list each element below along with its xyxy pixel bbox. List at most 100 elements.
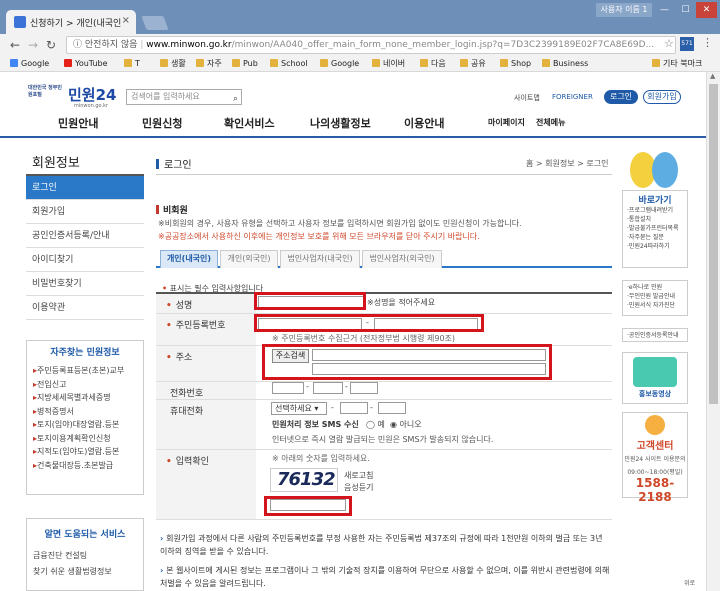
mobile-input-3[interactable] <box>378 402 406 414</box>
phone-input-3[interactable] <box>350 382 378 394</box>
sidebar-item-find-id[interactable]: 아이디찾기 <box>26 248 144 272</box>
bookmark-item[interactable]: Pub <box>232 58 258 70</box>
bookmark-item[interactable]: YouTube <box>64 58 108 70</box>
bookmark-item[interactable]: Business <box>542 58 588 70</box>
captcha-hint: ※ 아래의 숫자를 입력하세요. <box>272 454 370 463</box>
bookmark-item[interactable]: 기타 북마크 <box>652 58 702 70</box>
sidebar-item-cert[interactable]: 공인인증서등록/안내 <box>26 224 144 248</box>
list-item[interactable]: 민원24따라하기 <box>623 242 687 251</box>
folder-icon <box>420 59 428 67</box>
nav-item[interactable]: 확인서비스 <box>224 115 275 131</box>
list-item[interactable]: 자주묻는 질문 <box>623 233 687 242</box>
info-icon[interactable]: ⓘ <box>73 40 82 50</box>
logo-title: 민원24 <box>68 86 117 104</box>
favicon-icon <box>14 16 26 28</box>
list-item[interactable]: 민원서식 자가진단 <box>623 301 687 310</box>
list-item[interactable]: 주민등록표등본(초본)교부 <box>33 364 137 378</box>
mobile-input-2[interactable] <box>340 402 368 414</box>
phone-input-2[interactable] <box>313 382 343 394</box>
close-window-icon[interactable]: ✕ <box>696 2 717 18</box>
list-item[interactable]: 지적도(임야도)열람.등본 <box>33 445 137 459</box>
sidebar: 회원정보 로그인 회원가입 공인인증서등록/안내 아이디찾기 비밀번호찾기 이용… <box>26 150 144 320</box>
sidebar-item-find-pw[interactable]: 비밀번호찾기 <box>26 272 144 296</box>
promo-video-box[interactable]: 홍보동영상 <box>622 352 688 404</box>
address-bar[interactable]: ⓘ 안전하지 않음 | www.minwon.go.kr/minwon/AA04… <box>66 36 676 54</box>
mobile-carrier-select[interactable]: 선택하세요 ▾ <box>271 402 327 415</box>
favorite-services-title: 자주찾는 민원정보 <box>50 348 120 358</box>
back-icon[interactable]: ← <box>10 38 20 52</box>
scroll-up-icon[interactable]: ▲ <box>710 72 715 80</box>
highlight-box <box>264 496 352 516</box>
list-item[interactable]: 지방세세목별과세증명 <box>33 391 137 405</box>
list-item[interactable]: e하나로 민원 <box>623 283 687 292</box>
bookmark-item[interactable]: Google <box>10 58 49 70</box>
nav-item[interactable]: 이용안내 <box>404 115 444 131</box>
mypage-link[interactable]: 마이페이지 <box>488 117 525 128</box>
login-button[interactable]: 로그인 <box>604 90 638 104</box>
help-services-box: 알면 도움되는 서비스 금융진단 컨설팅 찾기 쉬운 생활법령정보 <box>26 518 144 591</box>
browser-tab[interactable]: 신청하기 > 개인(내국인 × <box>6 10 136 34</box>
tab-personal-domestic[interactable]: 개인(내국인) <box>160 250 218 268</box>
list-item[interactable]: 통합설치 <box>623 215 687 224</box>
nav-item[interactable]: 나의생활정보 <box>310 115 371 131</box>
list-item[interactable]: 전입신고 <box>33 378 137 392</box>
sms-no-radio[interactable]: ◉ 아니오 <box>390 419 422 430</box>
bookmark-item[interactable]: Shop <box>500 58 531 70</box>
sitemap-link[interactable]: 사이트맵 <box>514 93 540 103</box>
browser-menu-icon[interactable]: ⋮ <box>702 36 713 49</box>
join-button[interactable]: 회원가입 <box>643 90 681 104</box>
main-nav: 민원안내 민원신청 확인서비스 나의생활정보 이용안내 마이페이지 전체메뉴 <box>0 108 720 138</box>
back-to-top-link[interactable]: 위로 <box>684 578 695 587</box>
window-controls: — ☐ ✕ <box>654 2 720 18</box>
nav-item[interactable]: 민원신청 <box>142 115 182 131</box>
site-logo[interactable]: 대한민국 정부민원포털 민원24 minwon.go.kr <box>28 84 120 109</box>
bookmark-item[interactable]: 생활 <box>160 58 186 70</box>
nav-item[interactable]: 민원안내 <box>58 115 98 131</box>
tab-close-icon[interactable]: × <box>122 15 130 26</box>
bookmark-item[interactable]: 다음 <box>420 58 446 70</box>
highlight-box <box>254 314 484 332</box>
bookmark-item[interactable]: 네이버 <box>372 58 405 70</box>
tab-corp-foreign[interactable]: 법인사업자(외국인) <box>362 250 442 268</box>
profile-button[interactable]: 사용자 이름 1 <box>596 3 652 17</box>
tab-personal-foreign[interactable]: 개인(외국인) <box>220 250 278 268</box>
list-item[interactable]: 토지이용계획확인신청 <box>33 432 137 446</box>
list-item[interactable]: 공인인증서등록안내 <box>623 331 687 340</box>
captcha-audio-link[interactable]: 음성듣기 <box>344 482 373 493</box>
allmenu-link[interactable]: 전체메뉴 <box>536 117 565 128</box>
phone-input-1[interactable] <box>272 382 304 394</box>
list-item[interactable]: 무인민원 발급안내 <box>623 292 687 301</box>
list-item[interactable]: 건축물대장등.초본발급 <box>33 459 137 473</box>
forward-icon[interactable]: → <box>28 38 38 52</box>
bookmark-item[interactable]: 공유 <box>460 58 486 70</box>
sidebar-item-login[interactable]: 로그인 <box>26 176 144 200</box>
page-scrollbar[interactable]: ▲ <box>706 72 720 591</box>
tab-corp-domestic[interactable]: 법인사업자(내국인) <box>280 250 360 268</box>
new-tab-button[interactable] <box>141 16 169 30</box>
bookmark-item[interactable]: T <box>124 58 140 70</box>
sidebar-item-join[interactable]: 회원가입 <box>26 200 144 224</box>
phone-dash: - <box>306 382 309 391</box>
captcha-refresh-link[interactable]: 새로고침 <box>344 470 373 481</box>
list-item[interactable]: 찾기 쉬운 생활법령정보 <box>33 564 137 580</box>
list-item[interactable]: 프로그램내려받기 <box>623 206 687 215</box>
search-icon[interactable]: ⌕ <box>233 92 238 106</box>
minimize-icon[interactable]: — <box>654 2 675 18</box>
list-item[interactable]: 금융진단 컨설팅 <box>33 548 137 564</box>
list-item[interactable]: 발급불가프린터목록 <box>623 224 687 233</box>
extension-icon[interactable]: 571 <box>680 37 694 51</box>
reload-icon[interactable]: ↻ <box>46 38 56 52</box>
bookmark-star-icon[interactable]: ☆ <box>664 37 674 50</box>
list-item[interactable]: 토지(임야)대장열람.등본 <box>33 418 137 432</box>
bookmark-item[interactable]: 자주 <box>196 58 222 70</box>
bookmark-item[interactable]: Google <box>320 58 359 70</box>
foreigner-link[interactable]: FOREIGNER <box>552 93 593 101</box>
sms-yes-radio[interactable]: ◯ 예 <box>366 419 385 430</box>
sidebar-item-terms[interactable]: 이용약관 <box>26 296 144 320</box>
list-item[interactable]: 병적증명서 <box>33 405 137 419</box>
site-search-input[interactable]: 검색어를 입력하세요 ⌕ <box>126 89 242 105</box>
maximize-icon[interactable]: ☐ <box>675 2 696 18</box>
scroll-thumb[interactable] <box>709 84 718 404</box>
bookmark-item[interactable]: School <box>270 58 308 70</box>
folder-icon <box>320 59 328 67</box>
